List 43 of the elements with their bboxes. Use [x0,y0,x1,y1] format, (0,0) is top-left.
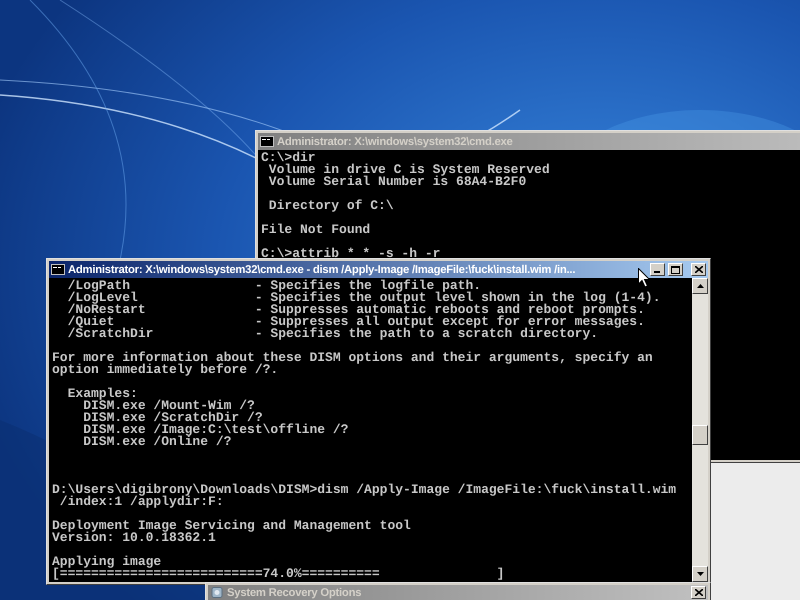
close-icon [694,266,702,273]
console-icon [260,136,274,147]
console-line: D:\Users\digibrony\Downloads\DISM>dism /Apply-Image /ImageFile:\fuck\install.wim [52,484,678,496]
console-line: /LogLevel - Specifies the output level shown in the log (1-4). [66,292,662,304]
console-line: File Not Found [261,224,372,236]
console-line: /LogPath - Specifies the logfile path. [66,280,482,292]
console-line: /index:1 /applydir:F: [60,496,224,508]
down-arrow-icon [696,572,704,576]
console-line: For more information about these DISM options and their arguments, specify an [52,352,654,364]
console-line: DISM.exe /Mount-Wim /? [83,400,255,412]
console-line: /Quiet - Suppresses all output except for error messages. [66,316,646,328]
console-line: Version: 10.0.18362.1 [52,532,216,544]
scroll-up-button[interactable] [692,278,708,294]
recovery-icon [210,587,224,598]
console-line: Volume in drive C is System Reserved [268,164,551,176]
scroll-thumb[interactable] [692,425,708,445]
console-line: /ScratchDir - Specifies the path to a scratch directory. [66,328,598,340]
console-line: [==========================74.0%========== ] [52,568,506,580]
console-line: DISM.exe /Online /? [82,436,232,448]
console-line: C:\>attrib * * -s -h -r [261,248,442,260]
console-line: option immediately before /?. [52,364,280,376]
close-button[interactable] [691,586,706,599]
console-line: C:\>dir [261,152,317,164]
console-line: Applying image [52,556,162,568]
minimize-button[interactable] [650,263,665,276]
close-button[interactable] [691,263,706,276]
console-line: DISM.exe /ScratchDir /? [82,412,263,424]
scroll-down-button[interactable] [692,566,708,582]
window-title: Administrator: X:\windows\system32\cmd.exe [277,136,514,148]
console-line: Directory of C:\ [268,200,395,212]
console-line: Examples: [66,388,138,400]
up-arrow-icon [696,284,704,288]
scrollbar[interactable] [692,278,708,582]
console-icon [51,264,65,275]
console-line: DISM.exe /Image:C:\test\offline /? [82,424,350,436]
console-line: /NoRestart - Suppresses automatic reboots and reboot prompts. [66,304,645,316]
window-title: Administrator: X:\windows\system32\cmd.exe - dism /Apply-Image /ImageFile:\fuck\install.wim /in... [68,264,576,276]
maximize-icon [671,266,680,274]
close-icon [694,589,702,596]
window-title: System Recovery Options [227,586,362,598]
maximize-button[interactable] [668,263,683,276]
console-line: Volume Serial Number is 68A4-B2F0 [268,176,528,188]
console-line: Deployment Image Servicing and Management tool [52,520,412,532]
